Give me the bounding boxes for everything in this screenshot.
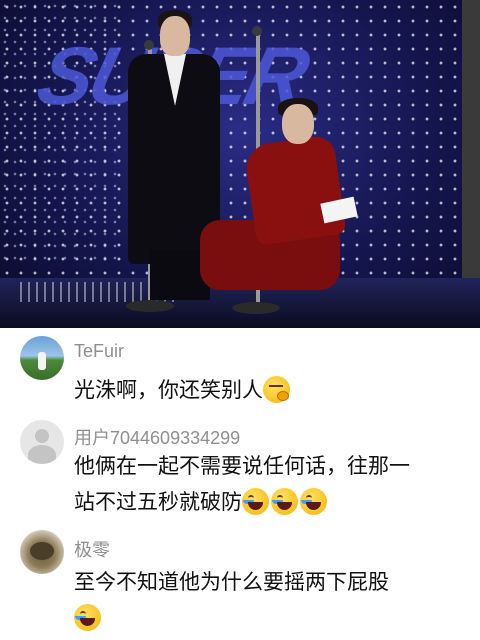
avatar[interactable] [20, 530, 64, 574]
red-suit-face [282, 104, 314, 144]
avatar[interactable] [20, 420, 64, 464]
mic-base-right [232, 302, 280, 314]
comment-text-content: 光洙啊，你还笑别人 [74, 378, 263, 402]
laughing-crying-emoji-icon [242, 488, 269, 515]
comment-text: 他俩在一起不需要说任何话，往那一 站不过五秒就破防 [74, 448, 462, 520]
comment-text: 光洙啊，你还笑别人 [74, 372, 462, 408]
comments-section: TeFuir 光洙啊，你还笑别人 用户7044609334299 他俩在一起不需… [0, 328, 480, 640]
comment-text-line-2: 站不过五秒就破防 [74, 484, 462, 520]
laughing-crying-emoji-icon [271, 488, 298, 515]
comment-text-line: 他俩在一起不需要说任何话，往那一 [74, 454, 410, 478]
post-image[interactable]: SUPER [0, 0, 480, 328]
comment-username[interactable]: TeFuir [74, 341, 124, 362]
red-suit-jacket [243, 134, 347, 246]
laughing-crying-emoji-icon [300, 488, 327, 515]
avatar[interactable] [20, 336, 64, 380]
comment-emoji-row [74, 600, 462, 636]
comment-username[interactable]: 极零 [74, 536, 110, 562]
mic-right [252, 26, 262, 36]
comment-text-content: 至今不知道他为什么要摇两下屁股 [74, 570, 389, 594]
laughing-crying-emoji-icon [74, 604, 101, 631]
comment-text: 至今不知道他为什么要摇两下屁股 [74, 564, 462, 636]
host-face [160, 16, 190, 56]
mic-base-left [126, 300, 174, 312]
mic-left [144, 40, 154, 50]
comment-username[interactable]: 用户7044609334299 [74, 424, 240, 450]
thinking-emoji-icon [263, 376, 290, 403]
comment-text-content: 站不过五秒就破防 [74, 490, 242, 514]
